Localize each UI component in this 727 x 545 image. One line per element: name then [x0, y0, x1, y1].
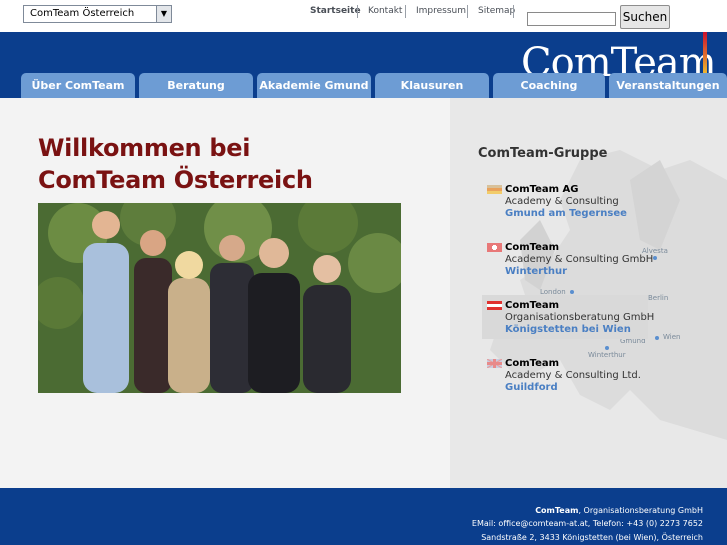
country-select[interactable]: ComTeam Österreich ▼ — [23, 5, 172, 23]
chevron-down-icon[interactable]: ▼ — [156, 6, 171, 22]
tab-akademie-gmund[interactable]: Akademie Gmund — [257, 73, 371, 98]
company-location-link[interactable]: Königstetten bei Wien — [505, 324, 631, 336]
tab-beratung[interactable]: Beratung — [139, 73, 253, 98]
footer-company-rest: , Organisationsberatung GmbH — [578, 506, 703, 515]
search-input[interactable] — [527, 12, 616, 26]
company-item-austria[interactable]: ComTeam Organisationsberatung GmbH König… — [487, 300, 654, 338]
company-item-switzerland[interactable]: ComTeam Academy & Consulting GmbH Winter… — [487, 242, 653, 280]
tab-coaching[interactable]: Coaching — [493, 73, 605, 98]
country-select-value: ComTeam Österreich — [30, 8, 135, 19]
company-desc: Academy & Consulting — [505, 196, 619, 207]
company-location-link[interactable]: Winterthur — [505, 266, 567, 278]
map-label-berlin: Berlin — [648, 294, 669, 302]
company-desc: Academy & Consulting Ltd. — [505, 370, 641, 381]
top-nav-impressum[interactable]: Impressum — [416, 6, 466, 16]
tab-veranstaltungen[interactable]: Veranstaltungen — [609, 73, 727, 98]
top-nav-sitemap[interactable]: Sitemap — [478, 6, 515, 16]
footer-address: Sandstraße 2, 3433 Königstetten (bei Wie… — [481, 533, 703, 542]
map-label-wien: Wien — [663, 333, 681, 341]
map-dot — [570, 290, 574, 294]
company-location-link[interactable]: Guildford — [505, 382, 558, 394]
company-name: ComTeam — [505, 242, 560, 253]
nav-divider — [513, 5, 514, 18]
map-dot — [655, 336, 659, 340]
team-photo — [38, 203, 401, 393]
map-dot — [653, 256, 657, 260]
page-title: Willkommen bei ComTeam Österreich — [38, 132, 313, 196]
uk-flag-icon — [487, 359, 502, 368]
tab-ueber-comteam[interactable]: Über ComTeam — [21, 73, 135, 98]
top-nav-startseite[interactable]: Startseite — [310, 6, 361, 16]
company-name: ComTeam AG — [505, 184, 579, 195]
flag-stripe — [703, 32, 707, 76]
map-dot — [605, 346, 609, 350]
search-button[interactable]: Suchen — [620, 5, 670, 29]
nav-divider — [467, 5, 468, 18]
company-name: ComTeam — [505, 300, 560, 311]
top-bar: ComTeam Österreich ▼ Startseite Kontakt … — [0, 0, 727, 32]
footer-company: ComTeam, Organisationsberatung GmbH — [535, 506, 703, 515]
company-location-link[interactable]: Gmund am Tegernsee — [505, 208, 627, 220]
nav-divider — [357, 5, 358, 18]
company-desc: Academy & Consulting GmbH — [505, 254, 654, 265]
austria-flag-icon — [487, 301, 502, 310]
company-item-uk[interactable]: ComTeam Academy & Consulting Ltd. Guildf… — [487, 358, 647, 396]
germany-flag-icon — [487, 185, 502, 194]
title-line-2: ComTeam Österreich — [38, 166, 313, 194]
switzerland-flag-icon — [487, 243, 502, 252]
company-desc: Organisationsberatung GmbH — [505, 312, 655, 323]
top-nav-kontakt[interactable]: Kontakt — [368, 6, 402, 16]
company-item-germany[interactable]: ComTeam AG Academy & Consulting Gmund am… — [487, 184, 647, 222]
group-title: ComTeam-Gruppe — [478, 146, 608, 161]
company-name: ComTeam — [505, 358, 560, 369]
tab-klausuren[interactable]: Klausuren — [375, 73, 489, 98]
footer-contact: EMail: office@comteam-at.at, Telefon: +4… — [471, 519, 703, 528]
footer-company-name: ComTeam — [535, 506, 579, 515]
nav-divider — [405, 5, 406, 18]
footer: ComTeam, Organisationsberatung GmbH EMai… — [0, 488, 727, 545]
title-line-1: Willkommen bei — [38, 134, 251, 162]
